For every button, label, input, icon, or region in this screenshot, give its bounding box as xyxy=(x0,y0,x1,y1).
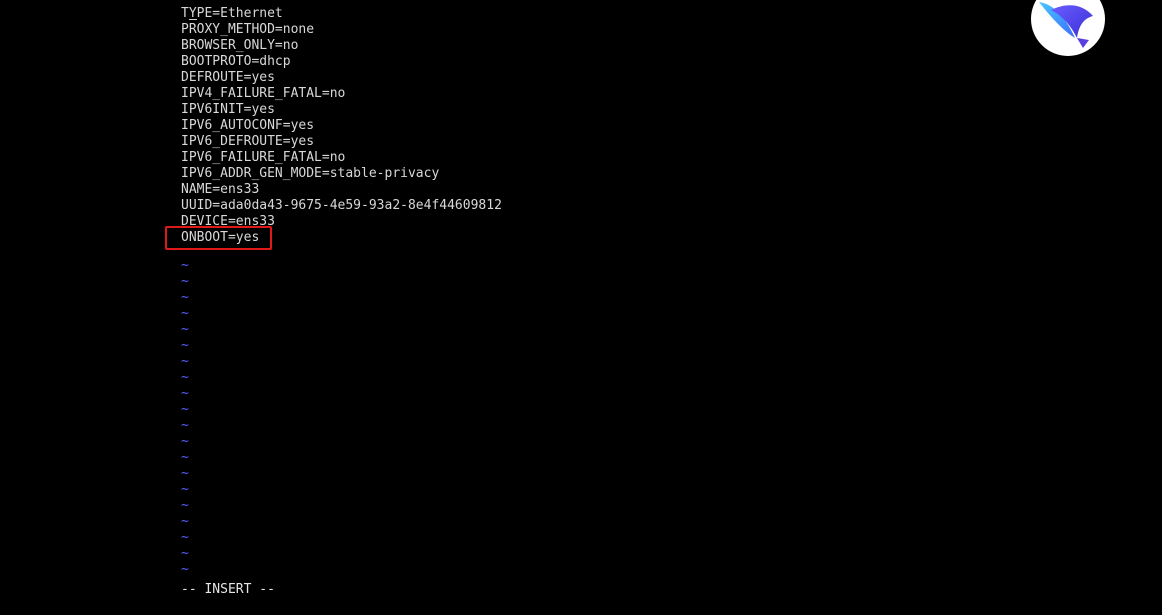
config-line-uuid: UUID=ada0da43-9675-4e59-93a2-8e4f4460981… xyxy=(181,198,502,213)
empty-line-tilde: ~ xyxy=(181,546,189,561)
onboot-highlight-box xyxy=(165,226,272,250)
config-line-ipv6-defroute: IPV6_DEFROUTE=yes xyxy=(181,134,315,149)
empty-line-tilde: ~ xyxy=(181,466,189,481)
empty-line-tilde: ~ xyxy=(181,370,189,385)
config-line-device: DEVICE=ens33 xyxy=(181,214,275,229)
empty-line-tilde: ~ xyxy=(181,354,189,369)
empty-line-markers: ~ ~ ~ ~ ~ ~ ~ ~ ~ ~ ~ ~ ~ ~ ~ ~ ~ ~ ~ ~ xyxy=(181,258,189,578)
empty-line-tilde: ~ xyxy=(181,450,189,465)
empty-line-tilde: ~ xyxy=(181,434,189,449)
bird-logo-icon xyxy=(1031,0,1105,56)
empty-line-tilde: ~ xyxy=(181,306,189,321)
empty-line-tilde: ~ xyxy=(181,274,189,289)
text-cursor xyxy=(189,19,197,20)
empty-line-tilde: ~ xyxy=(181,514,189,529)
config-line-defroute: DEFROUTE=yes xyxy=(181,70,275,85)
vim-editor-buffer[interactable]: TYPE=Ethernet PROXY_METHOD=none BROWSER_… xyxy=(181,6,981,246)
empty-line-tilde: ~ xyxy=(181,482,189,497)
config-line-ipv6-autoconf: IPV6_AUTOCONF=yes xyxy=(181,118,315,133)
config-line-proxy-method: PROXY_METHOD=none xyxy=(181,22,315,37)
empty-line-tilde: ~ xyxy=(181,258,189,273)
config-line-bootproto: BOOTPROTO=dhcp xyxy=(181,54,291,69)
mode-indicator: -- INSERT -- xyxy=(181,582,275,597)
empty-line-tilde: ~ xyxy=(181,418,189,433)
config-line-ipv6-failure-fatal: IPV6_FAILURE_FATAL=no xyxy=(181,150,346,165)
empty-line-tilde: ~ xyxy=(181,338,189,353)
config-line-ipv4-failure-fatal: IPV4_FAILURE_FATAL=no xyxy=(181,86,346,101)
empty-line-tilde: ~ xyxy=(181,530,189,545)
config-line-onboot: ONBOOT=yes xyxy=(181,230,260,245)
empty-line-tilde: ~ xyxy=(181,322,189,337)
empty-line-tilde: ~ xyxy=(181,498,189,513)
config-line-type: TYPE=Ethernet xyxy=(181,6,283,21)
config-line-browser-only: BROWSER_ONLY=no xyxy=(181,38,299,53)
empty-line-tilde: ~ xyxy=(181,562,189,577)
empty-line-tilde: ~ xyxy=(181,290,189,305)
config-line-ipv6-addr-gen-mode: IPV6_ADDR_GEN_MODE=stable-privacy xyxy=(181,166,440,181)
config-line-name: NAME=ens33 xyxy=(181,182,260,197)
empty-line-tilde: ~ xyxy=(181,386,189,401)
empty-line-tilde: ~ xyxy=(181,402,189,417)
config-line-ipv6init: IPV6INIT=yes xyxy=(181,102,275,117)
